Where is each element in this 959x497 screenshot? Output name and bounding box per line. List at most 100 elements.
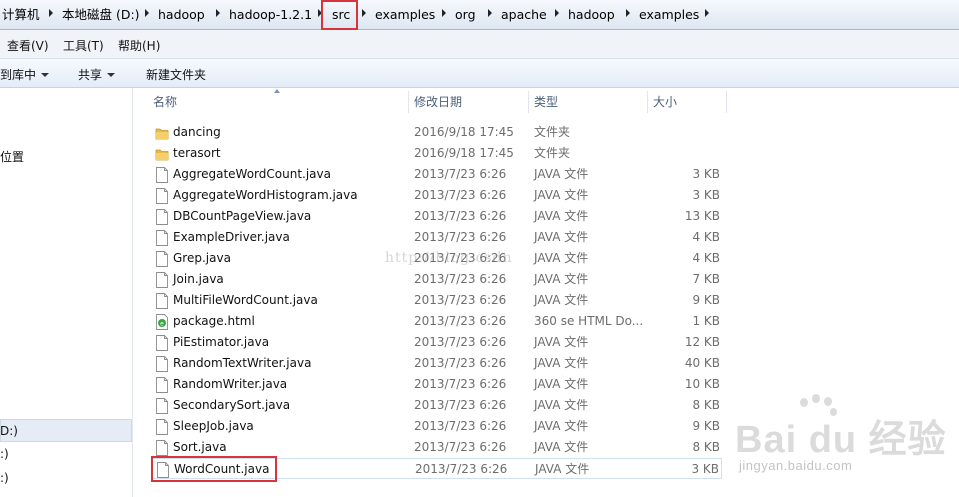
file-icon (155, 272, 169, 288)
file-type: 文件夹 (534, 125, 571, 139)
column-divider[interactable] (528, 91, 529, 113)
file-type: JAVA 文件 (534, 398, 589, 412)
column-divider[interactable] (408, 91, 409, 113)
include-in-library-button[interactable]: 到库中 (0, 66, 50, 83)
breadcrumb-separator-icon[interactable] (705, 9, 709, 17)
file-size: 1 KB (692, 314, 720, 328)
chevron-down-icon (41, 73, 50, 77)
new-folder-button[interactable]: 新建文件夹 (146, 66, 206, 83)
sort-ascending-icon (274, 89, 280, 93)
nav-item-drive-d-selected[interactable] (0, 419, 132, 442)
toolbar: 到库中 共享 新建文件夹 (0, 58, 959, 88)
file-row[interactable]: terasort 2016/9/18 17:45 文件夹 (152, 143, 722, 164)
breadcrumb-separator-icon[interactable] (362, 9, 366, 17)
column-divider[interactable] (647, 91, 648, 113)
breadcrumb-apache[interactable]: apache (501, 6, 547, 24)
file-row[interactable]: dancing 2016/9/18 17:45 文件夹 (152, 122, 722, 143)
file-row[interactable]: AggregateWordHistogram.java 2013/7/23 6:2… (152, 185, 722, 206)
breadcrumb-org[interactable]: org (455, 6, 476, 24)
file-type: JAVA 文件 (534, 272, 589, 286)
breadcrumb-separator-icon[interactable] (442, 9, 446, 17)
file-size: 4 KB (692, 230, 720, 244)
baidu-logo-text: Bai du 经验 (735, 419, 947, 461)
breadcrumb-hadoop-2[interactable]: hadoop (568, 6, 615, 24)
html-file-icon: e (155, 314, 169, 330)
file-date: 2013/7/23 6:26 (414, 167, 507, 181)
file-size: 3 KB (692, 188, 720, 202)
breadcrumb-examples-2[interactable]: examples (639, 6, 699, 24)
breadcrumb-separator-icon[interactable] (555, 9, 559, 17)
menu-help[interactable]: 帮助(H) (118, 37, 160, 54)
nav-item-locations[interactable]: 位置 (0, 148, 24, 165)
breadcrumb-computer[interactable]: 计算机 (2, 6, 40, 24)
breadcrumb-examples[interactable]: examples (375, 6, 435, 24)
file-row[interactable]: Join.java 2013/7/23 6:26 JAVA 文件 7 KB (152, 269, 722, 290)
file-name: ExampleDriver.java (173, 230, 290, 244)
breadcrumb-hadoop-1-2-1[interactable]: hadoop-1.2.1 (229, 6, 312, 24)
nav-item-drive-f[interactable]: :) (0, 471, 9, 485)
file-name: SecondarySort.java (173, 398, 291, 412)
file-row[interactable]: SleepJob.java 2013/7/23 6:26 JAVA 文件 9 KB (152, 416, 722, 437)
file-date: 2013/7/23 6:26 (414, 419, 507, 433)
breadcrumb-drive-d[interactable]: 本地磁盘 (D:) (62, 6, 140, 24)
file-name: Sort.java (173, 440, 227, 454)
file-row[interactable]: Sort.java 2013/7/23 6:26 JAVA 文件 8 KB (152, 437, 722, 458)
file-name: AggregateWordHistogram.java (173, 188, 358, 202)
menu-tools[interactable]: 工具(T) (63, 37, 104, 54)
file-size: 13 KB (684, 209, 720, 223)
file-type: JAVA 文件 (535, 462, 590, 476)
file-icon (155, 167, 169, 183)
navigation-pane[interactable]: 位置 D:) :) :) (0, 88, 133, 497)
file-date: 2013/7/23 6:26 (414, 314, 507, 328)
src-highlight-box (321, 0, 358, 30)
file-type: JAVA 文件 (534, 188, 589, 202)
include-in-library-label: 到库中 (0, 68, 37, 82)
column-header-size[interactable]: 大小 (653, 90, 677, 114)
file-row[interactable]: RandomWriter.java 2013/7/23 6:26 JAVA 文件 10… (152, 374, 722, 395)
file-size: 9 KB (692, 293, 720, 307)
svg-text:e: e (160, 321, 164, 328)
share-button[interactable]: 共享 (78, 66, 116, 83)
breadcrumb-hadoop[interactable]: hadoop (158, 6, 205, 24)
file-date: 2013/7/23 6:26 (414, 440, 507, 454)
column-header-name[interactable]: 名称 (153, 90, 177, 114)
nav-item-drive-d[interactable]: D:) (0, 424, 18, 438)
file-name: RandomTextWriter.java (173, 356, 312, 370)
file-date: 2013/7/23 6:26 (414, 293, 507, 307)
file-name: package.html (173, 314, 255, 328)
baidu-url-watermark: jingyan.baidu.com (739, 458, 853, 473)
file-row[interactable]: PiEstimator.java 2013/7/23 6:26 JAVA 文件 12 … (152, 332, 722, 353)
file-row[interactable]: SecondarySort.java 2013/7/23 6:26 JAVA 文件 8… (152, 395, 722, 416)
column-header-type[interactable]: 类型 (534, 90, 558, 114)
file-row[interactable]: ExampleDriver.java 2013/7/23 6:26 JAVA 文件 4… (152, 227, 722, 248)
file-name: AggregateWordCount.java (173, 167, 331, 181)
wordcount-highlight-box (151, 456, 277, 482)
file-row[interactable]: DBCountPageView.java 2013/7/23 6:26 JAVA 文… (152, 206, 722, 227)
file-icon (155, 209, 169, 225)
file-icon (155, 356, 169, 372)
file-row[interactable]: RandomTextWriter.java 2013/7/23 6:26 JAVA … (152, 353, 722, 374)
address-bar[interactable]: 计算机 本地磁盘 (D:) hadoop hadoop-1.2.1 src ex… (0, 0, 959, 30)
menu-view[interactable]: 查看(V) (7, 37, 49, 54)
breadcrumb-separator-icon[interactable] (488, 9, 492, 17)
file-name: terasort (173, 146, 221, 160)
file-date: 2013/7/23 6:26 (414, 209, 507, 223)
file-row[interactable]: MultiFileWordCount.java 2013/7/23 6:26 JAV… (152, 290, 722, 311)
file-size: 3 KB (691, 462, 719, 476)
file-type: JAVA 文件 (534, 419, 589, 433)
file-type: 文件夹 (534, 146, 571, 160)
file-row[interactable]: e package.html 2013/7/23 6:26 360 se HTML D… (152, 311, 722, 332)
file-size: 4 KB (692, 251, 720, 265)
breadcrumb-separator-icon[interactable] (145, 9, 149, 17)
file-row[interactable]: AggregateWordCount.java 2013/7/23 6:26 JAV… (152, 164, 722, 185)
column-header-date[interactable]: 修改日期 (414, 90, 462, 114)
breadcrumb-separator-icon[interactable] (626, 9, 630, 17)
nav-item-drive-e[interactable]: :) (0, 447, 9, 461)
paw-toe (824, 397, 832, 406)
file-name: MultiFileWordCount.java (173, 293, 318, 307)
breadcrumb-separator-icon[interactable] (49, 9, 53, 17)
file-size: 8 KB (692, 398, 720, 412)
column-divider[interactable] (726, 91, 727, 113)
paw-toe (812, 394, 820, 403)
breadcrumb-separator-icon[interactable] (216, 9, 220, 17)
